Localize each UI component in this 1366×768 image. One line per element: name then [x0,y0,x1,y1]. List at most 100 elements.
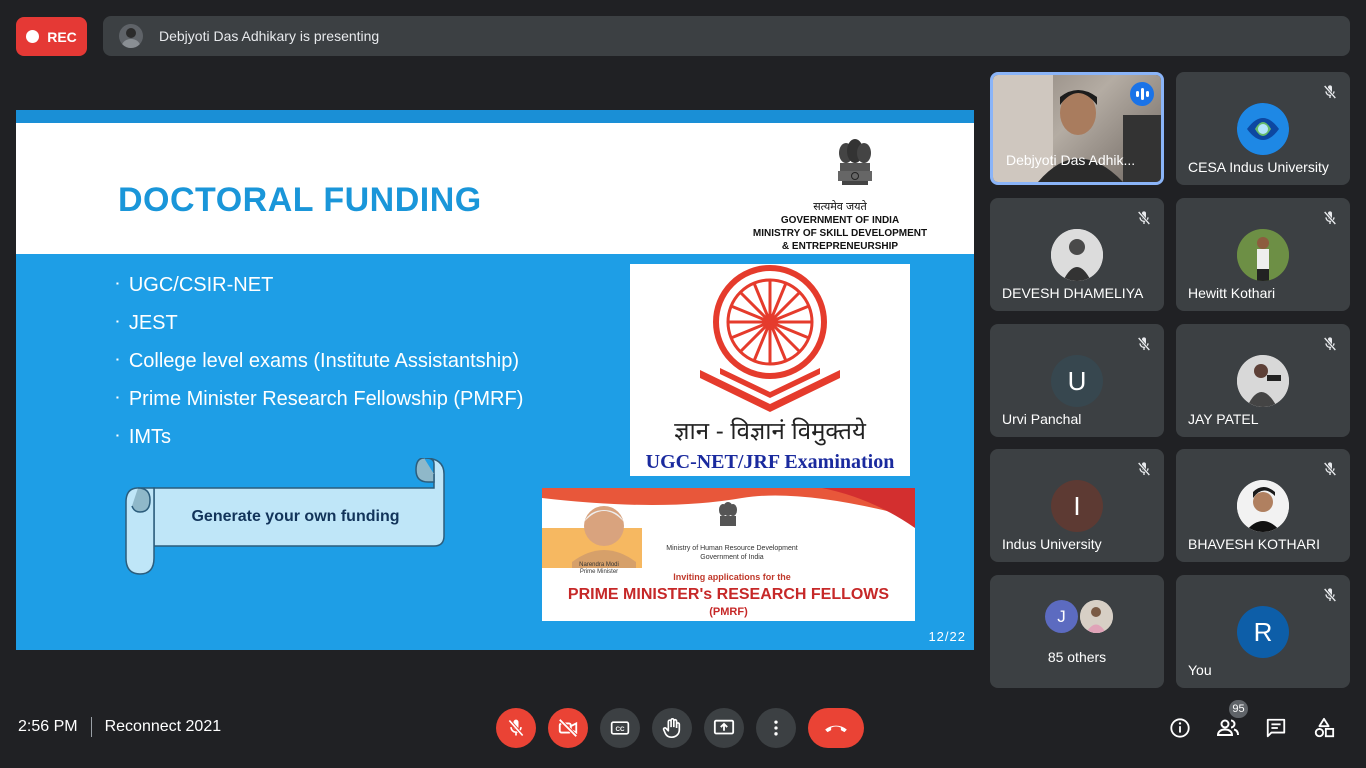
profile-photo [1080,600,1113,633]
record-dot-icon [26,30,40,43]
pmrf-banner-image: Narendra Modi Prime Minister Ministry of… [542,488,915,621]
bullet-item: JEST [116,304,523,342]
hang-up-icon [825,725,847,733]
pmrf-ministry-line-1: Ministry of Human Resource Development [666,545,798,552]
raise-hand-button[interactable] [652,708,692,748]
emblem-motto: सत्यमेव जयते [813,201,867,213]
ugc-chakra-icon [700,265,840,412]
presenting-banner: Debjyoti Das Adhikary is presenting [103,16,1350,56]
meet-window: REC Debjyoti Das Adhikary is presenting … [0,0,1366,768]
slide-header: DOCTORAL FUNDING सत्यमेव जयते GOVERNMENT… [16,123,974,254]
participant-tile-bhavesh[interactable]: BHAVESH KOTHARI [1176,449,1350,562]
current-time: 2:56 PM [18,718,78,735]
avatar [1051,229,1103,281]
participant-tile-others[interactable]: J 85 others [990,575,1164,688]
bullet-item: IMTs [116,418,523,456]
participant-tile-devesh[interactable]: DEVESH DHAMELIYA [990,198,1164,311]
people-icon [1216,719,1239,736]
bullet-list: UGC/CSIR-NET JEST College level exams (I… [116,266,524,456]
present-screen-button[interactable] [704,708,744,748]
participant-name: You [1188,662,1212,678]
meeting-name: Reconnect 2021 [104,718,222,735]
pmrf-invite-text: Inviting applications for the [673,572,791,582]
profile-photo [1237,480,1289,532]
others-avatar-group: J [1045,600,1113,633]
activities-icon [1314,717,1335,738]
more-vertical-icon [774,720,778,736]
participant-name: Debjyoti Das Adhik... [1006,152,1136,168]
presenter-avatar [119,24,143,48]
pmrf-title: PRIME MINISTER's RESEARCH FELLOWS [567,586,890,603]
participant-name: CESA Indus University [1188,159,1329,175]
ugc-motto: ज्ञान - विज्ञानं विमुक्तये [674,418,866,445]
participant-tile-you[interactable]: R You [1176,575,1350,688]
ugc-logo-image: ज्ञान - विज्ञानं विमुक्तये UGC-NET/JRF E… [630,264,910,476]
chat-icon [1266,718,1286,738]
bullet-item: UGC/CSIR-NET [116,266,523,304]
gov-line-1: GOVERNMENT OF INDIA [780,215,900,226]
divider [90,717,92,737]
participant-name: Indus University [1002,536,1102,552]
national-emblem-icon [838,139,872,185]
mic-off-icon [1323,588,1337,602]
participant-tile-indus[interactable]: I Indus University [990,449,1164,562]
camera-toggle-button[interactable] [548,708,588,748]
avatar-initial: I [1051,480,1103,532]
more-options-button[interactable] [756,708,796,748]
avatar [1237,229,1289,281]
participant-tile-jay[interactable]: JAY PATEL [1176,324,1350,437]
mic-off-icon [1323,462,1337,476]
rec-label: REC [47,28,77,45]
present-screen-icon [713,719,735,735]
participant-name: Hewitt Kothari [1188,285,1276,301]
gov-line-2: MINISTRY OF SKILL DEVELOPMENT [752,228,928,239]
participant-name: BHAVESH KOTHARI [1188,536,1320,552]
participant-tile-cesa[interactable]: CESA Indus University [1176,72,1350,185]
meeting-details-button[interactable] [1168,716,1192,740]
gov-line-3: & ENTREPRENEURSHIP [781,241,899,252]
speaking-indicator-icon [1130,82,1154,106]
microphone-toggle-button[interactable] [496,708,536,748]
profile-photo [1237,229,1289,281]
info-icon [1170,718,1190,738]
avatar [1080,600,1113,633]
participant-tile-urvi[interactable]: U Urvi Panchal [990,324,1164,437]
avatar-initial: R [1237,606,1289,658]
participant-tile-debjyoti[interactable]: Debjyoti Das Adhik... [990,72,1164,185]
activities-button[interactable] [1312,716,1336,740]
avatar [1237,480,1289,532]
presentation-slide: DOCTORAL FUNDING सत्यमेव जयते GOVERNMENT… [16,110,974,650]
mic-off-icon [1323,85,1337,99]
avatar-initial: U [1051,355,1103,407]
participant-name: JAY PATEL [1188,411,1259,427]
participants-button[interactable] [1216,716,1240,740]
participant-name: Urvi Panchal [1002,411,1082,427]
bullet-item: Prime Minister Research Fellowship (PMRF… [116,380,524,418]
slide-top-strip [16,110,974,123]
scroll-banner-text: Generate your own funding [191,508,400,525]
leave-call-button[interactable] [808,708,864,748]
government-text: सत्यमेव जयते GOVERNMENT OF INDIA MINISTR… [730,201,950,253]
recording-indicator: REC [16,17,87,56]
mic-off-icon [1137,462,1151,476]
avatar-initial: J [1045,600,1078,633]
captions-button[interactable]: CC [600,708,640,748]
meeting-info: 2:56 PM Reconnect 2021 [18,717,221,737]
chat-button[interactable] [1264,716,1288,740]
participant-tile-hewitt[interactable]: Hewitt Kothari [1176,198,1350,311]
pm-name: Narendra Modi [579,562,619,568]
svg-text:CC: CC [615,726,625,733]
ugc-label: UGC-NET/JRF Examination [645,451,895,473]
participant-name: DEVESH DHAMELIYA [1002,285,1144,301]
profile-photo [1237,355,1289,407]
cesa-logo-icon [1237,103,1289,155]
slide-page-number: 12/22 [928,629,966,644]
camera-off-icon [558,718,578,738]
avatar [1237,103,1289,155]
slide-title: DOCTORAL FUNDING [118,181,482,219]
participant-count-badge: 95 [1229,700,1248,718]
avatar [1237,355,1289,407]
mic-off-icon [508,719,524,737]
others-count: 85 others [1047,649,1107,665]
profile-photo [1051,229,1103,281]
